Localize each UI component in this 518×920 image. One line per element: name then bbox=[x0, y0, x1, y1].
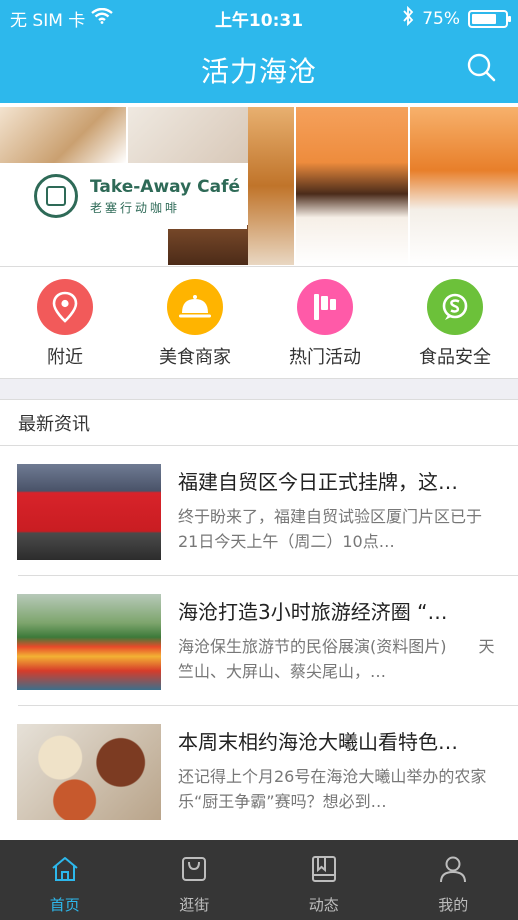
news-section-title: 最新资讯 bbox=[18, 414, 90, 435]
status-bar: 无 SIM 卡 上午10:31 75% bbox=[0, 0, 518, 34]
status-right: 75% bbox=[402, 5, 511, 31]
news-summary: 海沧保生旅游节的民俗展演(资料图片) 天竺山、大屏山、蔡尖尾山，… bbox=[178, 637, 495, 681]
brand-seal-icon bbox=[34, 174, 78, 218]
category-label: 热门活动 bbox=[289, 347, 361, 368]
shopping-bag-icon bbox=[182, 857, 207, 881]
category-icon-bg bbox=[297, 279, 353, 335]
tab-news[interactable]: 动态 bbox=[259, 840, 389, 920]
category-grid: 附近 美食商家 热门活动 食品安全 bbox=[0, 266, 518, 378]
category-food-safety[interactable]: 食品安全 bbox=[390, 279, 518, 369]
category-label: 食品安全 bbox=[419, 347, 491, 368]
search-button[interactable] bbox=[464, 50, 498, 84]
tab-label: 首页 bbox=[49, 896, 80, 914]
banner-photo-latte bbox=[410, 107, 518, 265]
news-title: 本周末相约海沧大曦山看特色… bbox=[178, 730, 458, 754]
tab-shopping[interactable]: 逛街 bbox=[130, 840, 260, 920]
tab-label: 动态 bbox=[308, 896, 339, 914]
news-title: 海沧打造3小时旅游经济圈 “… bbox=[178, 600, 448, 624]
brand-name-cn: 老塞行动咖啡 bbox=[90, 200, 181, 215]
location-pin-icon bbox=[52, 291, 78, 323]
banner-photo-table bbox=[168, 225, 248, 265]
banner-photo-dessert bbox=[0, 107, 126, 163]
category-icon-bg bbox=[167, 279, 223, 335]
page-title: 活力海沧 bbox=[200, 55, 317, 88]
promo-banner[interactable]: Take-Away Café 老塞行动咖啡 bbox=[0, 103, 518, 265]
book-icon bbox=[311, 856, 336, 882]
news-item[interactable]: 本周末相约海沧大曦山看特色… 还记得上个月26号在海沧大曦山举办的农家乐“厨王争… bbox=[0, 706, 518, 836]
home-icon bbox=[52, 857, 78, 881]
bluetooth-icon bbox=[402, 5, 414, 31]
category-label: 美食商家 bbox=[159, 347, 231, 368]
news-item[interactable]: 福建自贸区今日正式挂牌，这… 终于盼来了，福建自贸试验区厦门片区已于21日今天上… bbox=[0, 446, 518, 576]
category-nearby[interactable]: 附近 bbox=[0, 279, 130, 369]
news-item[interactable]: 海沧打造3小时旅游经济圈 “… 海沧保生旅游节的民俗展演(资料图片) 天竺山、大… bbox=[0, 576, 518, 706]
app-header: 无 SIM 卡 上午10:31 75% 活力海沧 bbox=[0, 0, 518, 103]
brand-logo-card: Take-Away Café 老塞行动咖啡 bbox=[0, 163, 247, 229]
category-label: 附近 bbox=[47, 347, 83, 368]
tab-label: 逛街 bbox=[179, 896, 210, 914]
banner-photo-cup bbox=[128, 107, 248, 163]
food-cloche-icon bbox=[179, 295, 211, 318]
category-events[interactable]: 热门活动 bbox=[260, 279, 390, 369]
user-icon bbox=[440, 856, 467, 883]
tab-bar: 首页 逛街 动态 我的 bbox=[0, 840, 518, 920]
banner-photo-cake bbox=[296, 107, 408, 265]
tab-home[interactable]: 首页 bbox=[0, 840, 130, 920]
brand-name-en: Take-Away Café bbox=[90, 176, 240, 197]
search-icon bbox=[467, 53, 496, 82]
tab-label: 我的 bbox=[438, 896, 469, 914]
news-summary: 终于盼来了，福建自贸试验区厦门片区已于21日今天上午（周二）10点… bbox=[178, 507, 483, 551]
news-title: 福建自贸区今日正式挂牌，这… bbox=[178, 470, 458, 494]
brand-text: Take-Away Café 老塞行动咖啡 bbox=[90, 177, 240, 216]
tab-profile[interactable]: 我的 bbox=[389, 840, 518, 920]
category-icon-bg bbox=[37, 279, 93, 335]
category-food[interactable]: 美食商家 bbox=[130, 279, 260, 369]
news-thumbnail bbox=[17, 464, 161, 560]
battery-icon bbox=[468, 9, 511, 28]
section-divider bbox=[0, 378, 518, 400]
news-thumbnail bbox=[17, 594, 161, 690]
news-summary: 还记得上个月26号在海沧大曦山举办的农家乐“厨王争霸”赛吗？想必到… bbox=[178, 767, 487, 811]
safety-shield-icon bbox=[442, 293, 468, 320]
banner-photo-coffee bbox=[248, 107, 294, 265]
news-thumbnail bbox=[17, 724, 161, 820]
battery-fill bbox=[472, 13, 496, 24]
battery-percent: 75% bbox=[422, 8, 460, 29]
flag-icon bbox=[314, 294, 336, 320]
category-icon-bg bbox=[427, 279, 483, 335]
